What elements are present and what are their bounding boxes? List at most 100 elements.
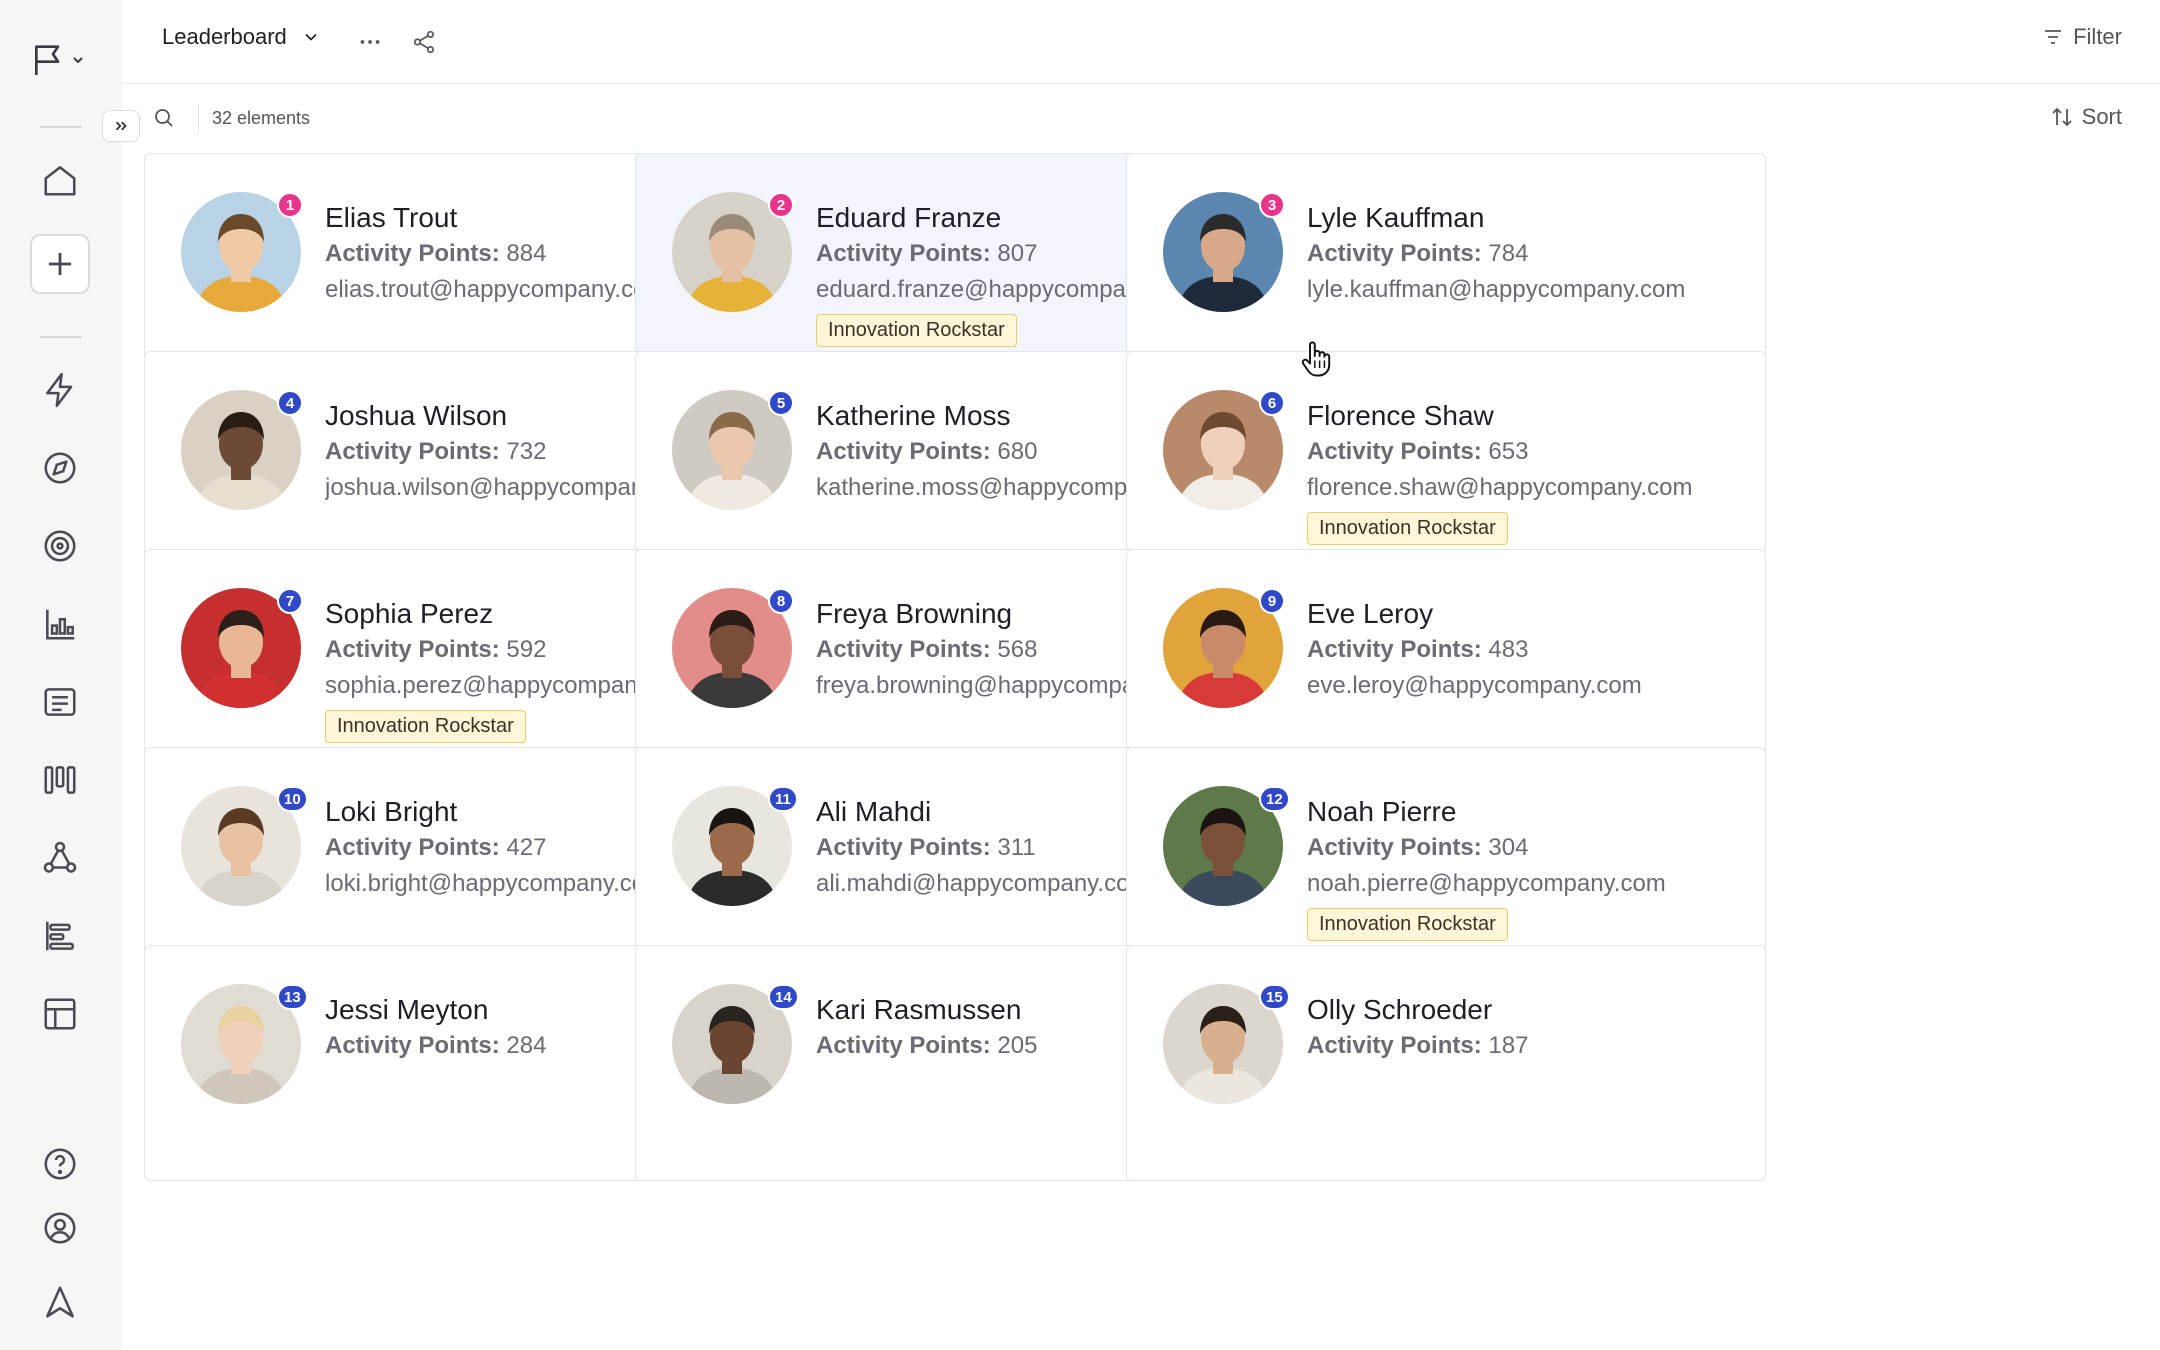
activity-points-value: 427	[506, 834, 547, 861]
view-title: Leaderboard	[162, 24, 287, 49]
card-info: Florence Shaw Activity Points: 653 florenc…	[1307, 398, 1745, 545]
main-content: Leaderboard Filter 32 elements Sort 1 Eli…	[102, 0, 2160, 1350]
activity-points-label: Activity Points:	[1307, 636, 1482, 663]
achievement-badge: Innovation Rockstar	[1307, 908, 1508, 941]
filter-button[interactable]: Filter	[2041, 24, 2122, 50]
activity-points-label: Activity Points:	[1307, 438, 1482, 465]
activity-points-label: Activity Points:	[816, 438, 991, 465]
share-button[interactable]	[406, 24, 442, 60]
more-options-button[interactable]	[352, 24, 388, 60]
share-icon	[413, 30, 435, 54]
email-link[interactable]: noah.pierre@happycompany.com	[1307, 866, 1745, 902]
expand-sidebar-button[interactable]	[102, 110, 140, 142]
sidebar-item-network[interactable]	[30, 828, 90, 888]
card-info: Olly Schroeder Activity Points: 187	[1307, 992, 1745, 1064]
achievement-badge: Innovation Rockstar	[325, 710, 526, 743]
triangle-icon	[46, 1286, 74, 1318]
email-link[interactable]: lyle.kauffman@happycompany.com	[1307, 272, 1745, 308]
filter-icon	[2045, 30, 2062, 44]
rank-badge: 12	[1259, 786, 1290, 812]
person-name: Olly Schroeder	[1307, 994, 1493, 1025]
rank-badge: 2	[768, 192, 794, 218]
achievement-badge: Innovation Rockstar	[1307, 512, 1508, 545]
activity-points-value: 205	[997, 1032, 1038, 1059]
sidebar-divider	[40, 126, 82, 128]
rank-badge: 15	[1259, 984, 1290, 1010]
card-info: Eve Leroy Activity Points: 483 eve.leroy@h…	[1307, 596, 1745, 704]
activity-points-label: Activity Points:	[325, 1032, 500, 1059]
card-info: Lyle Kauffman Activity Points: 784 lyle.ka…	[1307, 200, 1745, 308]
sidebar-item-boards[interactable]	[30, 750, 90, 810]
activity-points: Activity Points: 187	[1307, 1028, 1745, 1064]
activity-points-value: 807	[997, 240, 1038, 267]
sidebar-item-automations[interactable]	[30, 360, 90, 420]
rank-badge: 4	[277, 390, 303, 416]
person-name: Noah Pierre	[1307, 796, 1457, 827]
sort-label: Sort	[2081, 104, 2122, 129]
sidebar-item-timeline[interactable]	[30, 906, 90, 966]
user-icon	[44, 1212, 76, 1244]
activity-points: Activity Points: 304	[1307, 830, 1745, 866]
board-icon	[44, 766, 76, 794]
rank-badge: 3	[1259, 192, 1285, 218]
sort-icon	[2052, 107, 2072, 127]
person-name: Lyle Kauffman	[1307, 202, 1485, 233]
sub-toolbar: 32 elements Sort	[102, 84, 2160, 150]
chevrons-right-icon	[115, 121, 127, 131]
sidebar-item-lists[interactable]	[30, 672, 90, 732]
card-info: Noah Pierre Activity Points: 304 noah.pier…	[1307, 794, 1745, 941]
activity-points: Activity Points: 653	[1307, 434, 1745, 470]
rank-badge: 11	[768, 786, 798, 812]
sidebar-item-layouts[interactable]	[30, 984, 90, 1044]
sidebar-item-help[interactable]	[30, 1134, 90, 1194]
activity-points-value: 732	[506, 438, 547, 465]
search-button[interactable]	[148, 102, 180, 134]
leaderboard-card[interactable]: 15 Olly Schroeder Activity Points: 187	[1126, 945, 1766, 1181]
layout-icon	[44, 998, 76, 1030]
activity-points-label: Activity Points:	[816, 240, 991, 267]
sidebar-item-reports[interactable]	[30, 594, 90, 654]
rank-badge: 9	[1259, 588, 1285, 614]
person-name: Florence Shaw	[1307, 400, 1494, 431]
rank-badge: 5	[768, 390, 794, 416]
activity-points-label: Activity Points:	[816, 1032, 991, 1059]
email-link[interactable]: florence.shaw@happycompany.com	[1307, 470, 1745, 506]
activity-points-label: Activity Points:	[325, 636, 500, 663]
activity-points: Activity Points: 784	[1307, 236, 1745, 272]
element-count: 32 elements	[212, 108, 311, 128]
filter-label: Filter	[2073, 24, 2122, 49]
sidebar-item-home[interactable]	[30, 150, 90, 210]
rank-badge: 6	[1259, 390, 1285, 416]
achievement-badge: Innovation Rockstar	[816, 314, 1017, 347]
list-icon	[44, 688, 76, 716]
sidebar-item-brand[interactable]	[30, 1272, 90, 1332]
activity-points-value: 653	[1488, 438, 1529, 465]
activity-points-value: 884	[506, 240, 547, 267]
person-name: Eve Leroy	[1307, 598, 1434, 629]
activity-points-label: Activity Points:	[1307, 834, 1482, 861]
view-selector[interactable]: Leaderboard	[162, 24, 321, 50]
activity-points-value: 784	[1488, 240, 1529, 267]
sidebar-item-goals[interactable]	[30, 516, 90, 576]
sidebar-divider	[40, 336, 82, 338]
email-link[interactable]: eve.leroy@happycompany.com	[1307, 668, 1745, 704]
activity-points-label: Activity Points:	[816, 834, 991, 861]
hand-cursor-icon	[1301, 341, 1331, 377]
sort-button[interactable]: Sort	[2050, 104, 2122, 130]
activity-points-value: 592	[506, 636, 547, 663]
sidebar-item-explore[interactable]	[30, 438, 90, 498]
home-icon	[44, 166, 76, 196]
help-icon	[44, 1148, 76, 1180]
chevron-down-icon	[73, 57, 83, 64]
workspace-switcher[interactable]	[28, 38, 98, 82]
activity-points-label: Activity Points:	[325, 240, 500, 267]
flag-icon	[35, 45, 60, 75]
sidebar-item-profile[interactable]	[30, 1198, 90, 1258]
activity-points-label: Activity Points:	[816, 636, 991, 663]
lightning-icon	[46, 372, 73, 408]
rank-badge: 10	[277, 786, 308, 812]
plus-icon	[48, 252, 72, 276]
chart-icon	[46, 609, 75, 640]
chevron-down-icon	[305, 33, 317, 41]
add-button[interactable]	[30, 234, 90, 294]
